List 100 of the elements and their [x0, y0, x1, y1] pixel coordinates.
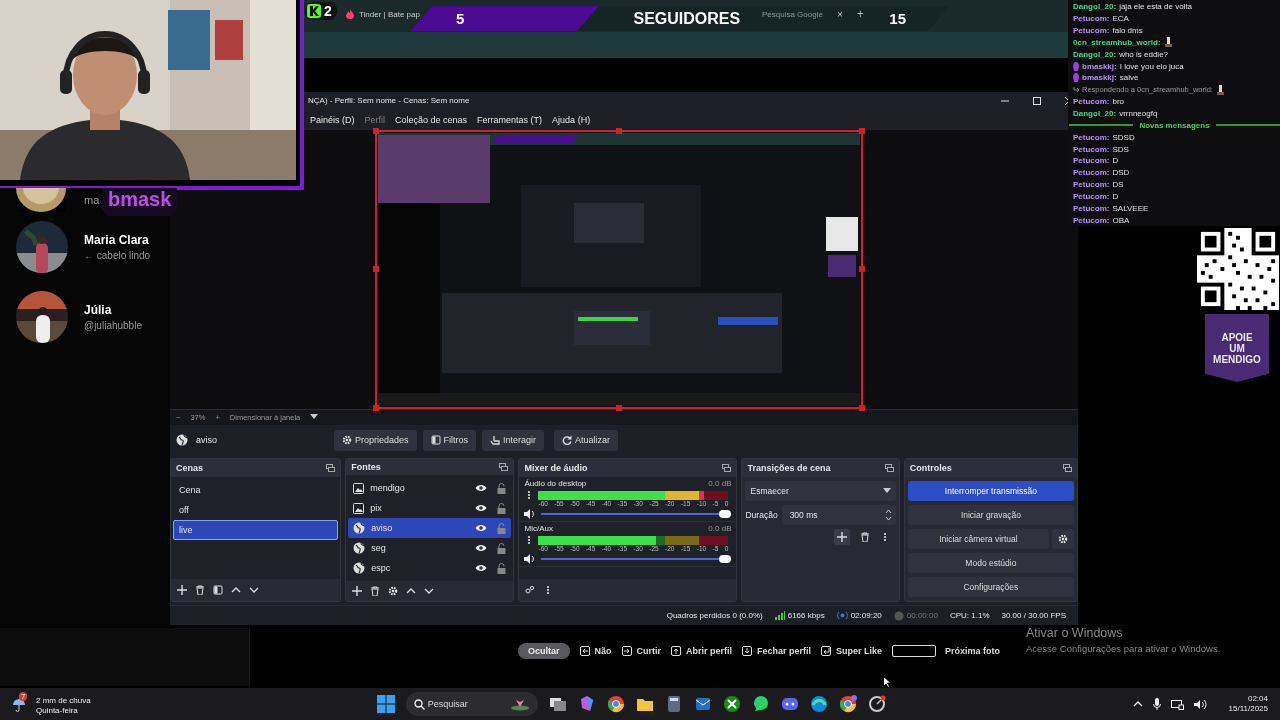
control-button[interactable]: Interromper transmissão: [907, 481, 1074, 502]
control-button[interactable]: Iniciar gravação: [907, 505, 1074, 526]
task-view-icon[interactable]: [548, 695, 567, 713]
clock-time[interactable]: 02:04: [1247, 694, 1268, 704]
source-item[interactable]: pix: [348, 498, 512, 519]
wave-browser-icon[interactable]: [809, 695, 828, 713]
window-title: NÇA) - Perfil: Sem nome - Cenas: Sem nome: [308, 96, 471, 106]
lock-open-icon[interactable]: [497, 482, 507, 494]
maximize-icon[interactable]: [1032, 95, 1042, 106]
scene-item[interactable]: live: [173, 520, 339, 541]
eye-icon[interactable]: [475, 524, 488, 533]
toolbar-button[interactable]: Propriedades: [334, 429, 417, 451]
control-button[interactable]: Modo estúdio: [907, 553, 1074, 574]
browser-tab[interactable]: Pesquisa Google: [755, 3, 829, 25]
arrow-right-key-icon: [621, 646, 632, 656]
network-icon[interactable]: [1170, 698, 1184, 710]
undock-icon[interactable]: [326, 464, 336, 473]
menu-item[interactable]: Painéis (D): [310, 114, 355, 125]
slider-thumb[interactable]: [719, 555, 732, 564]
resize-handle[interactable]: [859, 266, 865, 273]
toolbar-button[interactable]: Filtros: [422, 429, 477, 451]
source-item[interactable]: seg: [348, 538, 512, 559]
browser-icon[interactable]: [838, 695, 857, 713]
search-field[interactable]: Pesquisar: [405, 692, 538, 716]
gamepad-icon[interactable]: [780, 695, 799, 713]
resize-handle[interactable]: [859, 127, 865, 134]
chat-message: jaja ele esta de volta: [1119, 2, 1193, 12]
close-tab-button[interactable]: ×: [836, 8, 843, 20]
browser-tab[interactable]: Tinder | Bate pap: [340, 3, 426, 25]
menu-item[interactable]: Ferramentas (T): [477, 114, 543, 125]
toolbar-button[interactable]: Interagir: [482, 429, 545, 451]
speedometer-icon[interactable]: [867, 695, 886, 713]
trash-icon[interactable]: [370, 586, 381, 597]
chat-username: Petucom:: [1073, 14, 1110, 24]
add-icon[interactable]: [836, 532, 847, 543]
undock-icon[interactable]: [722, 464, 732, 473]
resize-handle[interactable]: [616, 127, 622, 134]
advanced-audio-icon[interactable]: [525, 585, 536, 596]
resize-handle[interactable]: [373, 404, 379, 411]
start-button[interactable]: [376, 695, 395, 713]
mail-icon[interactable]: [693, 695, 712, 713]
eye-icon[interactable]: [475, 544, 488, 553]
hand-pointer-icon: [490, 435, 501, 446]
contact-preview: ← cabelo lindo: [84, 250, 151, 261]
duration-field[interactable]: 300 ms: [781, 505, 896, 526]
source-item[interactable]: espc: [348, 558, 512, 579]
volume-slider[interactable]: [541, 555, 732, 564]
chevron-up-icon[interactable]: [1132, 700, 1143, 708]
eye-icon[interactable]: [475, 564, 488, 573]
control-button[interactable]: Iniciar câmera virtual: [907, 529, 1049, 550]
scene-item[interactable]: Cena: [173, 480, 339, 501]
chat-message: ECA: [1112, 14, 1129, 24]
chat-bubble-icon[interactable]: [751, 695, 770, 713]
control-button[interactable]: Configurações: [907, 577, 1074, 598]
lock-open-icon[interactable]: [497, 502, 507, 514]
resize-handle[interactable]: [373, 266, 379, 273]
resize-handle[interactable]: [616, 404, 622, 411]
add-icon[interactable]: [352, 586, 363, 597]
scene-item[interactable]: off: [173, 500, 339, 521]
eye-icon[interactable]: [475, 484, 488, 493]
source-item[interactable]: mendigo: [348, 478, 512, 499]
resize-handle[interactable]: [859, 404, 865, 411]
lock-open-icon[interactable]: [497, 542, 507, 554]
eye-icon[interactable]: [475, 504, 488, 513]
slider-thumb[interactable]: [719, 510, 732, 519]
undock-icon[interactable]: [499, 463, 509, 472]
volume-slider[interactable]: [541, 510, 732, 519]
chat-username: 0cn_streamhub_world:: [1073, 37, 1161, 47]
menu-item[interactable]: Ajuda (H): [552, 114, 591, 125]
gear-icon[interactable]: [388, 586, 399, 597]
source-name: seg: [371, 543, 387, 554]
resize-handle[interactable]: [373, 127, 379, 134]
gear-icon: [342, 435, 352, 446]
contact-item[interactable]: Júlia @juliahubble: [0, 282, 170, 352]
gear-icon: [1058, 534, 1068, 545]
toolbar-button[interactable]: Atualizar: [554, 429, 619, 451]
speaker-icon[interactable]: [1193, 698, 1207, 710]
chat-message: salve: [1119, 73, 1139, 83]
speaker-icon[interactable]: [524, 554, 536, 565]
trash-icon[interactable]: [859, 532, 870, 543]
dropdown-caret-icon[interactable]: [310, 414, 319, 421]
hide-button[interactable]: Ocultar: [518, 643, 570, 659]
source-item[interactable]: aviso: [348, 518, 512, 539]
add-icon[interactable]: [177, 585, 187, 596]
settings-button[interactable]: [1052, 529, 1074, 550]
clock-date[interactable]: 15/11/2025: [1228, 704, 1268, 714]
undock-icon[interactable]: [884, 464, 894, 473]
browser-icon[interactable]: [606, 695, 625, 713]
filter-icon[interactable]: [213, 585, 223, 596]
weather-widget[interactable]: 7 2 mm de chuva Quinta-feira: [12, 689, 91, 719]
undock-icon[interactable]: [1063, 464, 1072, 473]
trash-icon[interactable]: [195, 585, 205, 596]
menu-item[interactable]: Coleção de cenas: [395, 114, 468, 125]
new-tab-button[interactable]: +: [856, 7, 864, 21]
transition-dropdown[interactable]: Esmaecer: [745, 481, 896, 502]
recording-time: 00:00:00: [906, 611, 938, 621]
channel-reading: 0.0 dB: [708, 524, 732, 534]
lock-open-icon[interactable]: [497, 562, 507, 574]
speaker-icon[interactable]: [524, 509, 536, 520]
microphone-icon[interactable]: [1152, 698, 1161, 710]
